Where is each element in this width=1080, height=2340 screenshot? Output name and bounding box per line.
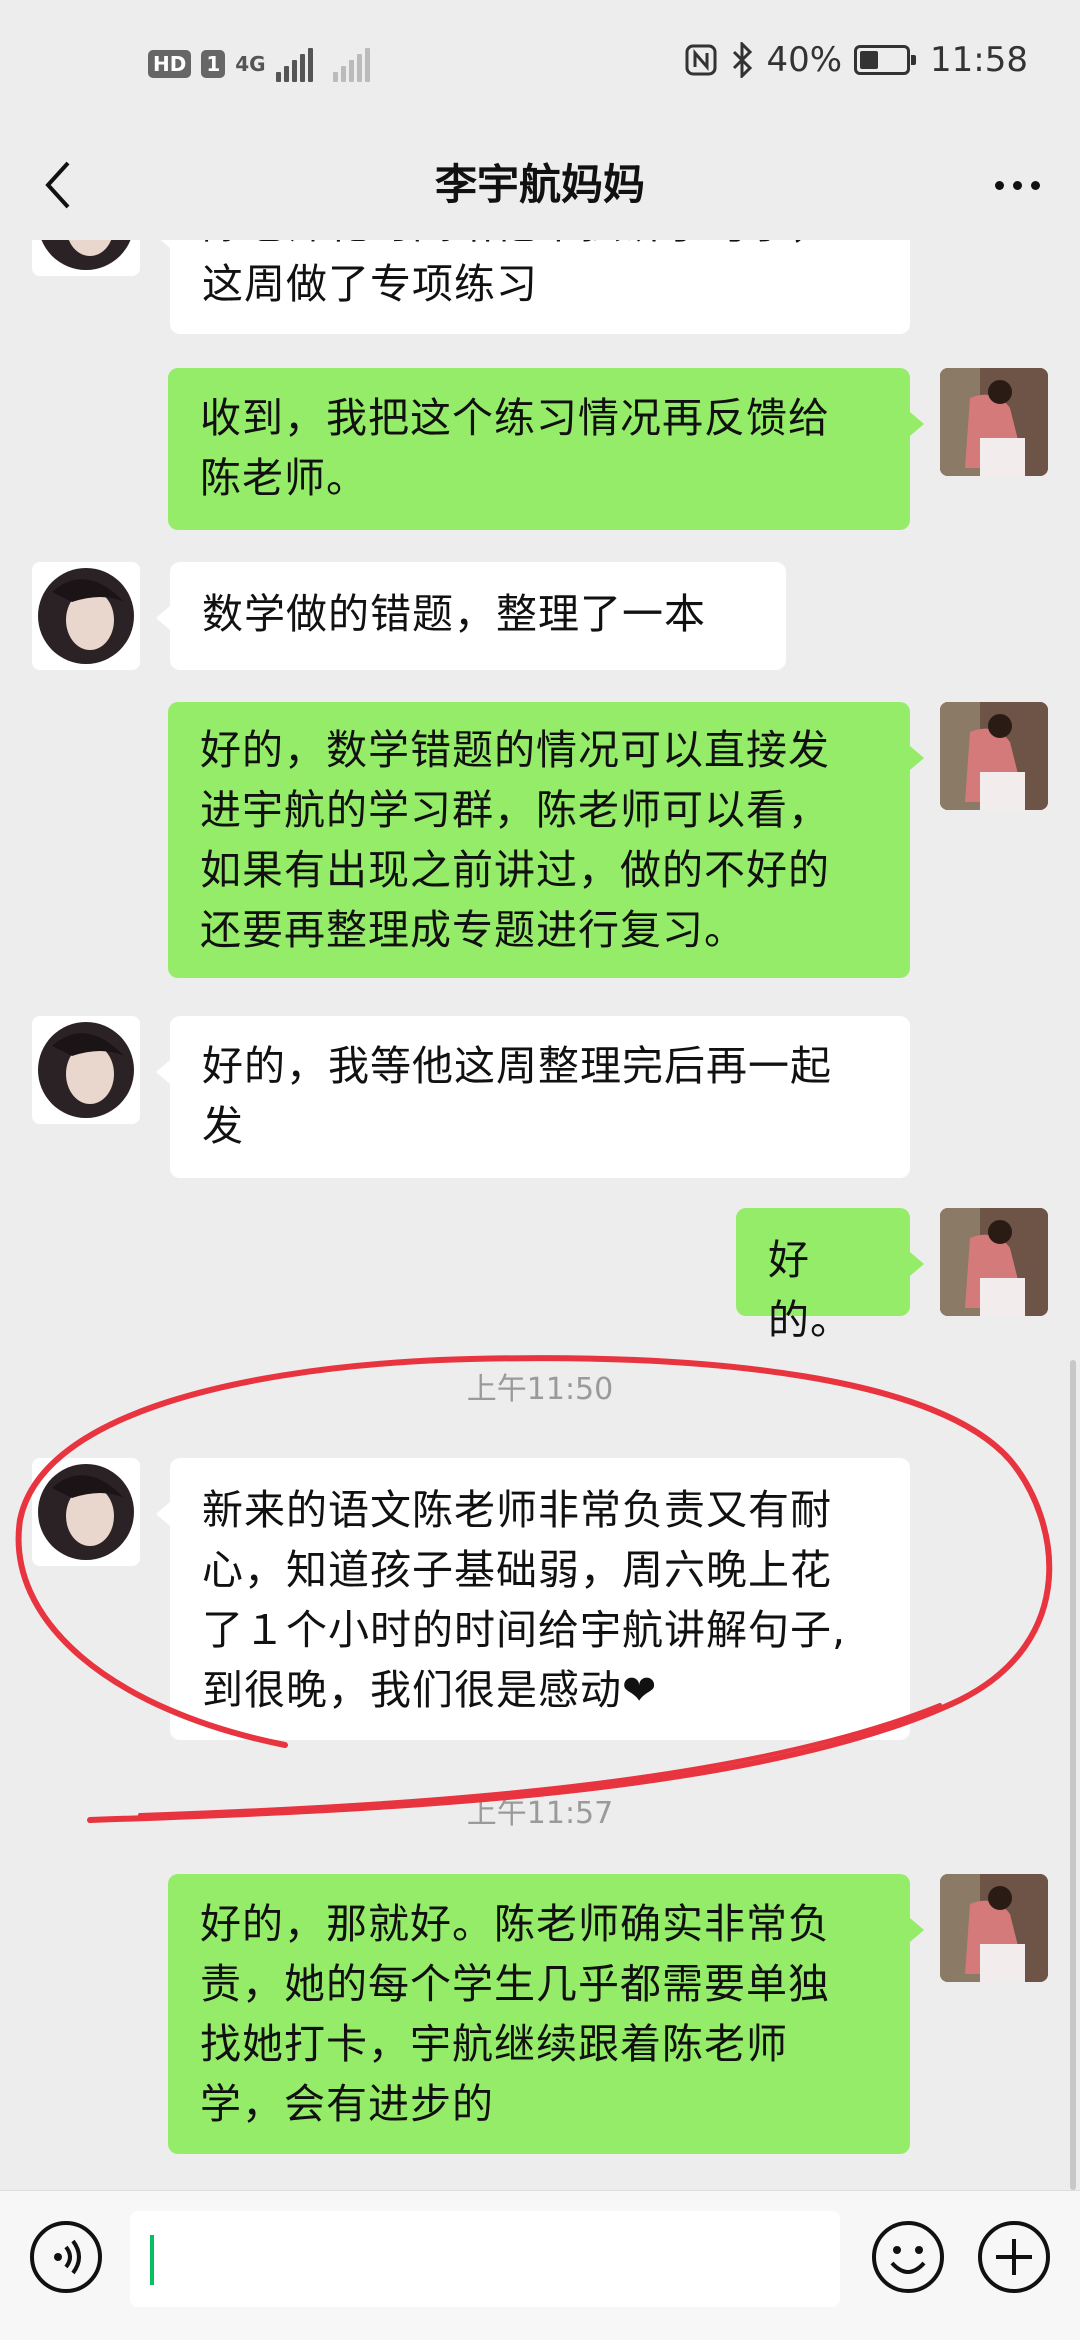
more-dot: [1012, 180, 1022, 190]
message-line: 学，会有进步的: [200, 2080, 494, 2128]
page-title: 李宇航妈妈: [434, 160, 645, 209]
message-bubble-left[interactable]: 好的，我等他这周整理完后再一起 发: [156, 1016, 910, 1178]
message-bubble-left[interactable]: 新来的语文陈老师非常负责又有耐 心，知道孩子基础弱，周六晚上花 了１个小时的时间…: [156, 1458, 910, 1740]
emoji-icon: [872, 2221, 944, 2293]
message-line: 了１个小时的时间给宇航讲解句子,: [202, 1606, 847, 1654]
bluetooth-icon: [733, 42, 753, 78]
status-left: HD 1 4G: [148, 46, 370, 82]
message-line: 心，知道孩子基础弱，周六晚上花: [202, 1546, 832, 1594]
message-line: 好的。: [768, 1236, 852, 1344]
message-line: 好的，那就好。陈老师确实非常负: [200, 1900, 830, 1948]
message-line: 收到，我把这个练习情况再反馈给: [200, 394, 830, 442]
avatar-contact[interactable]: [32, 240, 140, 276]
message-bubble-right[interactable]: 好的，数学错题的情况可以直接发 进宇航的学习群，陈老师可以看， 如果有出现之前讲…: [168, 702, 924, 978]
hd-badge: HD: [148, 50, 192, 78]
signal-weak-icon: [332, 46, 370, 82]
avatar-contact[interactable]: [32, 1458, 140, 1566]
status-right: 40% 11:58: [684, 40, 1028, 80]
message-line: 责，她的每个学生几乎都需要单独: [200, 1960, 830, 2008]
self-avatar-image: [940, 702, 1048, 810]
self-avatar-image: [940, 1208, 1048, 1316]
signal-icon: [275, 46, 313, 82]
timestamp: 上午11:57: [466, 1796, 614, 1831]
nfc-icon: [685, 44, 717, 76]
contact-avatar-image: [38, 1464, 134, 1560]
message-line: 新来的语文陈老师非常负责又有耐: [202, 1486, 832, 1534]
text-cursor: [150, 2235, 154, 2285]
sim-badge: 1: [201, 50, 226, 78]
avatar-contact[interactable]: [32, 1016, 140, 1124]
battery-fill: [860, 51, 879, 69]
message-line: 到很晚，我们很是感动❤: [202, 1666, 658, 1714]
plus-button[interactable]: [976, 2219, 1052, 2295]
message-input[interactable]: [130, 2211, 840, 2307]
avatar-self[interactable]: [940, 1208, 1048, 1316]
plus-icon: [978, 2221, 1050, 2293]
more-dot: [994, 180, 1004, 190]
scrollbar[interactable]: [1070, 1360, 1076, 2190]
avatar-self[interactable]: [940, 1874, 1048, 1982]
message-bubble-right[interactable]: 收到，我把这个练习情况再反馈给 陈老师。: [168, 368, 924, 530]
message-line: 这周做了专项练习: [202, 260, 538, 308]
message-line: 好的，数学错题的情况可以直接发: [200, 726, 830, 774]
message-line: 找她打卡，宇航继续跟着陈老师: [200, 2020, 788, 2068]
message-line: 好的，我等他这周整理完后再一起: [202, 1042, 832, 1090]
contact-avatar-image: [41, 240, 131, 270]
avatar-contact[interactable]: [32, 562, 140, 670]
message-line: 如果有出现之前讲过，做的不好的: [200, 846, 830, 894]
avatar-self[interactable]: [940, 368, 1048, 476]
message-line: 陈老师花时间给他单独讲了句子，: [202, 240, 878, 254]
message-line: 数学做的错题，整理了一本: [202, 590, 706, 638]
message-bubble-left[interactable]: 陈老师花时间给他单独讲了句子， 这周做了专项练习: [156, 240, 910, 334]
voice-button[interactable]: [28, 2219, 104, 2295]
emoji-button[interactable]: [870, 2219, 946, 2295]
voice-icon: [30, 2221, 102, 2293]
contact-avatar-image: [38, 568, 134, 664]
avatar-self[interactable]: [940, 702, 1048, 810]
battery-icon: [854, 45, 917, 75]
chat-area[interactable]: 陈老师花时间给他单独讲了句子， 这周做了专项练习 收到，我把这个练习情况再反馈给…: [0, 240, 1080, 2190]
message-bubble-right[interactable]: 好的，那就好。陈老师确实非常负 责，她的每个学生几乎都需要单独 找她打卡，宇航继…: [168, 1874, 924, 2154]
message-line: 还要再整理成专题进行复习。: [200, 906, 746, 954]
chat-header: 李宇航妈妈: [0, 130, 1080, 240]
contact-avatar-image: [38, 1022, 134, 1118]
timestamp: 上午11:50: [466, 1372, 614, 1407]
clock: 11:58: [930, 40, 1028, 80]
message-bubble-right[interactable]: 好的。: [736, 1208, 924, 1344]
message-line: 发: [202, 1102, 244, 1150]
message-line: 陈老师。: [200, 454, 368, 502]
message-bubble-left[interactable]: 数学做的错题，整理了一本: [156, 562, 786, 670]
self-avatar-image: [940, 368, 1048, 476]
more-button[interactable]: [982, 150, 1052, 220]
message-line: 进宇航的学习群，陈老师可以看，: [200, 786, 830, 834]
status-bar: HD 1 4G 40% 11:58: [0, 0, 1080, 130]
more-dot: [1030, 180, 1040, 190]
input-bar: [0, 2190, 1080, 2340]
battery-percent: 40%: [766, 40, 843, 80]
self-avatar-image: [940, 1874, 1048, 1982]
network-type: 4G: [235, 52, 266, 76]
